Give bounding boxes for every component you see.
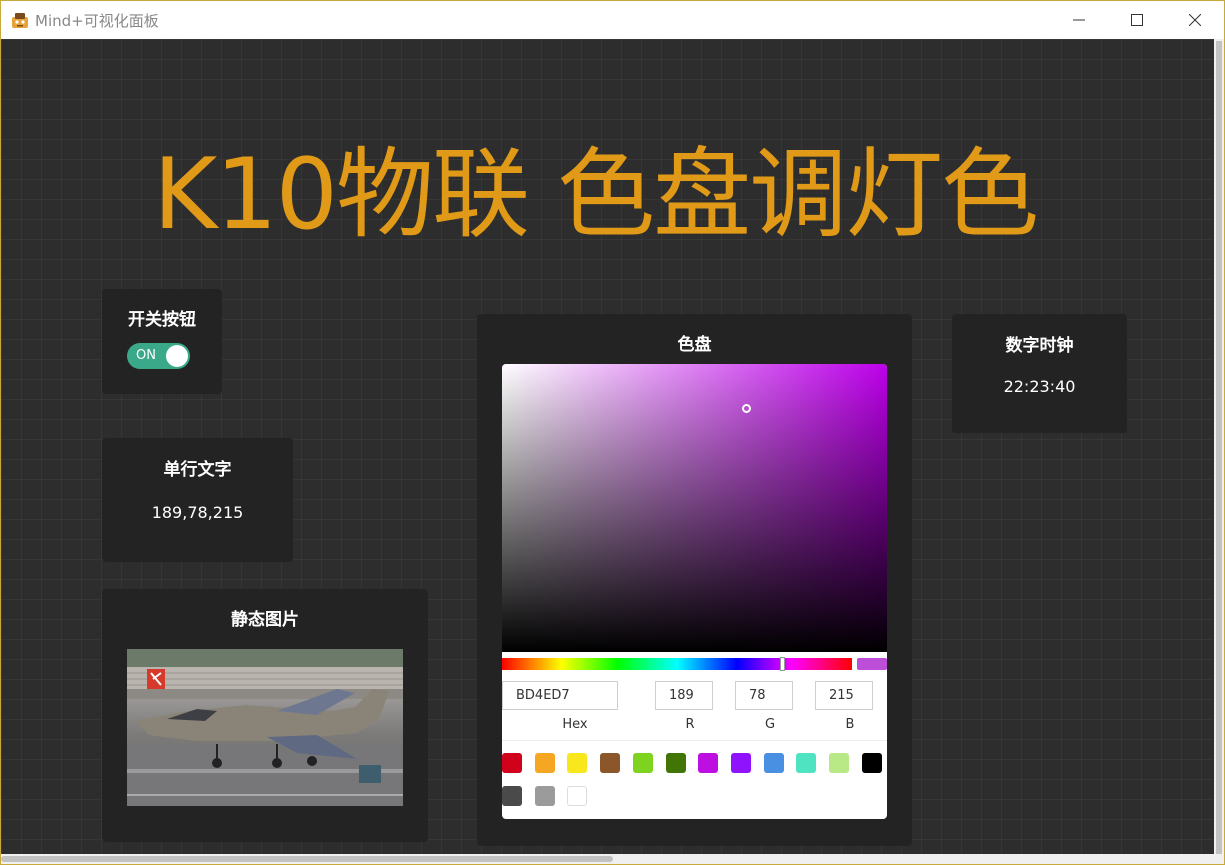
color-swatch[interactable] <box>502 753 522 773</box>
color-swatch[interactable] <box>698 753 719 773</box>
saturation-black-layer <box>502 364 887 652</box>
saturation-cursor[interactable] <box>742 404 751 413</box>
text-card-title: 单行文字 <box>163 460 232 480</box>
maximize-icon <box>1131 14 1143 26</box>
minimize-button[interactable] <box>1050 1 1108 39</box>
g-input[interactable]: 78 <box>735 681 793 710</box>
r-label: R <box>685 717 695 732</box>
horizontal-scrollbar[interactable] <box>1 854 1224 864</box>
color-picker-card: 色盘 BD4ED7 189 78 215 Hex R G B <box>477 314 912 846</box>
color-swatch[interactable] <box>796 753 817 773</box>
toggle-label: ON <box>136 348 156 363</box>
title-bar: Mind+可视化面板 <box>1 1 1224 39</box>
color-swatch[interactable] <box>502 786 522 806</box>
app-robot-icon <box>11 11 29 29</box>
color-swatch[interactable] <box>829 753 849 773</box>
hex-input[interactable]: BD4ED7 <box>502 681 618 710</box>
switch-card-title: 开关按钮 <box>128 310 196 330</box>
dashboard-canvas: K10物联 色盘调灯色 开关按钮 ON 单行文字 189,78,215 静态图片 <box>1 39 1215 855</box>
maximize-button[interactable] <box>1108 1 1166 39</box>
g-label: G <box>764 717 776 732</box>
rgb-text-value: 189,78,215 <box>151 503 244 522</box>
text-card: 单行文字 189,78,215 <box>102 438 293 562</box>
image-card-title: 静态图片 <box>231 610 299 630</box>
color-swatch[interactable] <box>861 753 882 773</box>
color-preview <box>857 658 887 670</box>
clock-card: 数字时钟 22:23:40 <box>952 314 1127 433</box>
b-label: B <box>845 717 855 732</box>
horizontal-scrollbar-thumb[interactable] <box>1 856 613 862</box>
close-button[interactable] <box>1166 1 1224 39</box>
color-swatch[interactable] <box>665 753 686 773</box>
color-swatch[interactable] <box>632 753 653 773</box>
color-swatch[interactable] <box>534 753 555 773</box>
toggle-knob <box>166 345 188 367</box>
app-window: Mind+可视化面板 K10物联 色盘调灯色 开关按钮 ON 单行文字 189,… <box>0 0 1225 865</box>
b-input[interactable]: 215 <box>815 681 873 710</box>
color-picker: BD4ED7 189 78 215 Hex R G B <box>502 364 887 819</box>
hue-slider-thumb[interactable] <box>780 657 785 671</box>
color-swatch[interactable] <box>730 753 751 773</box>
jet-photo <box>127 649 403 806</box>
window-title: Mind+可视化面板 <box>35 11 159 30</box>
window-controls <box>1050 1 1224 39</box>
hue-slider[interactable] <box>502 657 852 671</box>
minimize-icon <box>1073 19 1085 21</box>
color-swatch[interactable] <box>763 753 784 773</box>
clock-value: 22:23:40 <box>1003 377 1076 396</box>
r-input[interactable]: 189 <box>655 681 713 710</box>
close-icon <box>1189 14 1201 26</box>
saturation-area[interactable] <box>502 364 887 652</box>
clock-card-title: 数字时钟 <box>1005 336 1074 356</box>
power-toggle[interactable]: ON <box>127 343 190 369</box>
image-card: 静态图片 <box>102 589 428 842</box>
color-swatch[interactable] <box>600 753 621 773</box>
color-swatch[interactable] <box>534 786 555 806</box>
switch-card: 开关按钮 ON <box>102 289 222 394</box>
color-card-title: 色盘 <box>677 335 712 355</box>
hex-label: Hex <box>562 717 588 732</box>
page-title: K10物联 色盘调灯色 <box>153 138 1039 252</box>
color-swatch[interactable] <box>567 786 588 806</box>
vertical-scrollbar[interactable] <box>1214 39 1224 857</box>
picker-divider <box>502 740 887 741</box>
vertical-scrollbar-thumb[interactable] <box>1216 41 1222 857</box>
color-swatch[interactable] <box>567 753 588 773</box>
